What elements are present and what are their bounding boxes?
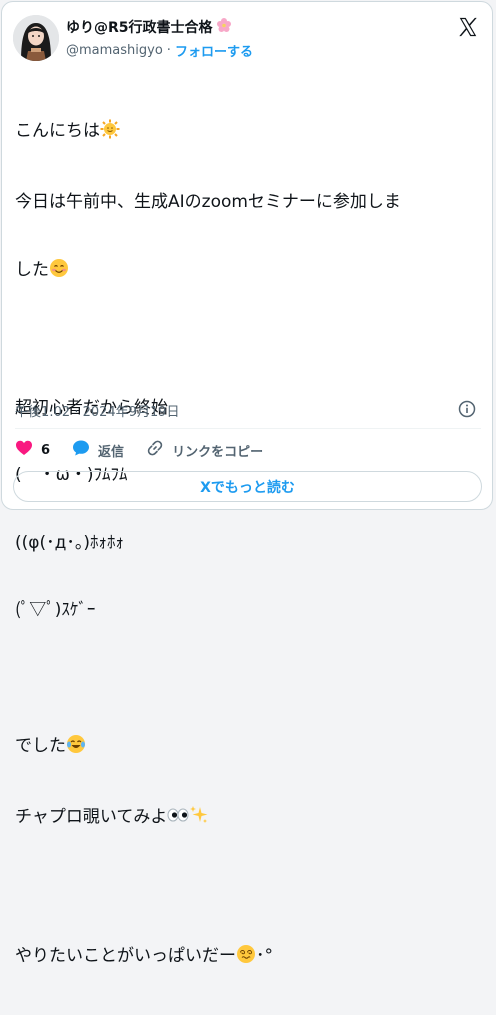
divider <box>15 428 481 429</box>
tweet-line: でした <box>15 735 66 756</box>
tweet-body: こんにちは 今日は午前中、生成AIのzoomセミナーに参加しま した 超初心者だ… <box>15 74 481 1015</box>
reply-label: 返信 <box>98 444 125 460</box>
tweet-line: チャプロ覗いてみよ <box>15 807 168 827</box>
tweet-card: ゆり@R5行政書士合格 @mamashigyo · フォローする こんにちは 今… <box>1 1 493 966</box>
reply-icon <box>72 439 90 461</box>
dizzy-face-icon <box>236 944 256 971</box>
sakura-icon <box>216 17 232 37</box>
copy-link-label: リンクをコピー <box>172 444 264 460</box>
eyes-icon <box>167 805 189 832</box>
separator: · <box>166 43 171 58</box>
x-logo-icon[interactable] <box>457 16 479 38</box>
copy-link-button[interactable]: リンクをコピー <box>146 439 263 461</box>
like-count: 6 <box>41 442 51 458</box>
tweet-line: (ﾟ▽ﾟ)ｽｹﾞｰ <box>15 600 96 620</box>
tears-of-joy-icon <box>66 734 86 761</box>
author-name[interactable]: ゆり@R5行政書士合格 <box>66 17 213 37</box>
smile-icon <box>49 258 69 285</box>
tweet-line: 今日は午前中、生成AIのzoomセミナーに参加しま <box>15 191 401 212</box>
sparkles-icon <box>189 805 209 832</box>
reply-button[interactable]: 返信 <box>72 439 124 461</box>
read-more-button[interactable]: Xでもっと読む <box>13 471 482 502</box>
like-button[interactable]: 6 <box>15 439 50 461</box>
timestamp[interactable]: 午後1:02 · 2024年9月19日 <box>15 401 180 420</box>
heart-icon <box>15 439 33 461</box>
tweet-line-suffix: ･° <box>256 945 273 966</box>
tweet-line: こんにちは <box>15 121 100 141</box>
tweet-line: した <box>15 260 49 280</box>
avatar[interactable] <box>13 15 59 61</box>
tweet-line: やりたいことがいっぱいだー <box>15 945 236 966</box>
link-icon <box>146 439 164 461</box>
author-handle[interactable]: @mamashigyo <box>66 43 163 58</box>
follow-button[interactable]: フォローする <box>175 41 253 60</box>
sun-face-icon <box>100 119 120 146</box>
info-icon[interactable] <box>458 400 476 418</box>
tweet-line: ((φ(･д･。)ﾎｫﾎｫ <box>15 532 124 553</box>
